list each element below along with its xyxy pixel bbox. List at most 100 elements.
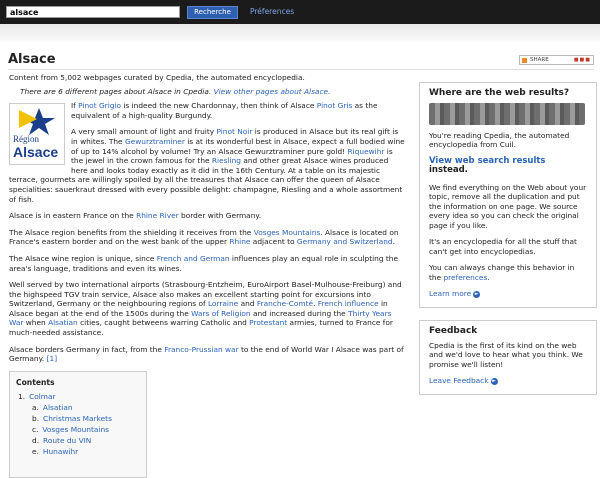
web-results-title: Where are the web results? <box>429 88 570 98</box>
text: and increased during the <box>250 308 349 318</box>
toc-item: 1. Colmar <box>16 391 140 402</box>
share-icon <box>522 57 527 63</box>
paragraph: If Pinot Grigio is indeed the new Chardo… <box>9 101 407 120</box>
toc-link[interactable]: Vosges Mountains <box>42 425 109 434</box>
toc-number: 1. <box>18 391 26 401</box>
arrow-right-icon: ► <box>473 290 481 298</box>
top-bar: alsace Recherche Préferences <box>0 0 600 24</box>
feedback-text: Cpedia is the first of its kind on the w… <box>429 340 583 369</box>
curated-note: Content from 5,002 webpages curated by C… <box>9 73 305 82</box>
text: instead. <box>429 165 468 175</box>
text: adjacent to <box>250 237 297 247</box>
toc-subitem: a. Alsatian <box>16 402 140 413</box>
table-of-contents: Contents 1. Colmar a. Alsatian b. Christmas… <box>9 370 147 478</box>
text: and <box>238 299 257 309</box>
star-icon <box>19 108 55 136</box>
link-alsatian[interactable]: Alsatian <box>48 318 78 327</box>
toc-number: b. <box>32 413 40 423</box>
arrow-right-icon: ► <box>490 377 498 385</box>
text: Alsace borders Germany in fact, from the <box>9 344 165 354</box>
link-germany-switzerland[interactable]: Germany and Switzerland <box>297 237 393 246</box>
logo-line2: Alsace <box>13 144 59 161</box>
learn-more-link[interactable]: Learn more <box>429 289 471 298</box>
text: The Alsace region benefits from the shie… <box>9 227 254 237</box>
share-label: SHARE <box>530 56 549 63</box>
reference-link[interactable]: [1] <box>47 354 57 363</box>
toc-link[interactable]: Christmas Markets <box>43 414 112 423</box>
search-button[interactable]: Recherche <box>187 6 238 19</box>
search-input[interactable]: alsace <box>6 6 180 18</box>
text: The Alsace wine region is unique, since <box>9 253 157 263</box>
link-pinot-gris[interactable]: Pinot Gris <box>317 101 352 110</box>
note-text: There are 6 different pages about Alsace… <box>20 86 214 96</box>
other-pages-note: There are 6 different pages about Alsace… <box>9 87 407 97</box>
text: A very small amount of light and fruity <box>71 127 217 137</box>
text: cities, caught betweens warring Catholic… <box>77 318 250 328</box>
leave-feedback-link[interactable]: Leave Feedback <box>429 376 489 385</box>
toc-link[interactable]: Route du VIN <box>43 436 91 445</box>
toc-subitem: d. Route du VIN <box>16 435 140 446</box>
header-gradient <box>0 24 600 42</box>
toc-subitem: c. Vosges Mountains <box>16 424 140 435</box>
view-web-results-link[interactable]: View web search results <box>429 156 546 166</box>
toc-link[interactable]: Alsatian <box>43 403 73 412</box>
web-results-box: Where are the web results? You're readin… <box>419 82 597 308</box>
preferences-note: You can always change this behavior in t… <box>429 263 587 282</box>
link-lorraine[interactable]: Lorraine <box>208 299 238 308</box>
paragraph: Well served by two international airport… <box>9 280 407 338</box>
toc-number: e. <box>32 446 39 456</box>
divider <box>8 69 594 70</box>
link-franche-comte[interactable]: Franche-Comté <box>257 299 313 308</box>
paragraph: Alsace borders Germany in fact, from the… <box>9 345 407 364</box>
link-franco-prussian-war[interactable]: Franco-Prussian war <box>164 345 238 354</box>
text: is indeed the new Chardonnay, then think… <box>121 101 317 111</box>
feedback-row: Leave Feedback ► <box>429 376 587 386</box>
link-wars-of-religion[interactable]: Wars of Religion <box>191 309 250 318</box>
learn-more-row: Learn more ► <box>429 289 587 299</box>
coins-image <box>429 102 585 125</box>
toc-subitem: b. Christmas Markets <box>16 413 140 424</box>
logo-line1: Région <box>13 134 39 145</box>
preferences-inline-link[interactable]: preferences <box>443 273 487 282</box>
web-results-desc2: It's an encyclopedia for all the stuff t… <box>429 237 577 256</box>
link-pinot-grigio[interactable]: Pinot Grigio <box>78 101 121 110</box>
text: . <box>487 272 490 282</box>
share-button[interactable]: SHARE ■■■ <box>519 55 594 65</box>
link-french-german[interactable]: French and German <box>157 254 230 263</box>
other-pages-link[interactable]: View other pages about Alsace. <box>214 87 331 96</box>
toc-number: d. <box>32 435 40 445</box>
feedback-box: Feedback Cpedia is the first of its kind… <box>419 320 597 395</box>
toc-title: Contents <box>16 377 55 387</box>
toc-number: a. <box>32 402 39 412</box>
web-results-desc: We find everything on the Web about your… <box>429 182 587 230</box>
text: . <box>392 237 395 247</box>
paragraph: The Alsace region benefits from the shie… <box>9 228 407 247</box>
link-french-influence[interactable]: French influence <box>318 299 379 308</box>
toc-number: c. <box>32 424 39 434</box>
web-results-line: View web search results instead. <box>429 156 587 176</box>
paragraph: A very small amount of light and fruity … <box>9 127 407 204</box>
link-pinot-noir[interactable]: Pinot Noir <box>216 127 252 136</box>
region-alsace-logo: Région Alsace <box>9 103 65 166</box>
feedback-title: Feedback <box>429 326 478 336</box>
link-rhine[interactable]: Rhine <box>229 237 250 246</box>
link-riquewihr[interactable]: Riquewihr <box>348 147 385 156</box>
text: Alsace is in eastern France on the <box>9 211 137 221</box>
link-vosges-mountains[interactable]: Vosges Mountains <box>254 228 321 237</box>
toc-subitem: e. Hunawihr <box>16 446 140 457</box>
toc-link-colmar[interactable]: Colmar <box>29 392 56 401</box>
link-protestant[interactable]: Protestant <box>249 318 287 327</box>
preferences-link[interactable]: Préferences <box>250 7 294 16</box>
link-riesling[interactable]: Riesling <box>212 156 241 165</box>
toc-link[interactable]: Hunawihr <box>43 447 78 456</box>
paragraph: The Alsace wine region is unique, since … <box>9 254 407 273</box>
social-icons: ■■■ <box>573 56 591 63</box>
page-title: Alsace <box>8 52 56 67</box>
paragraph: Alsace is in eastern France on the Rhine… <box>9 211 407 221</box>
link-rhine-river[interactable]: Rhine River <box>136 211 179 220</box>
text: border with Germany. <box>178 211 262 221</box>
web-results-intro: You're reading Cpedia, the automated enc… <box>429 130 570 150</box>
text: when <box>23 318 49 328</box>
link-gewurztraminer[interactable]: Gewurztraminer <box>125 137 185 146</box>
article-content: Content from 5,002 webpages curated by C… <box>9 73 407 478</box>
